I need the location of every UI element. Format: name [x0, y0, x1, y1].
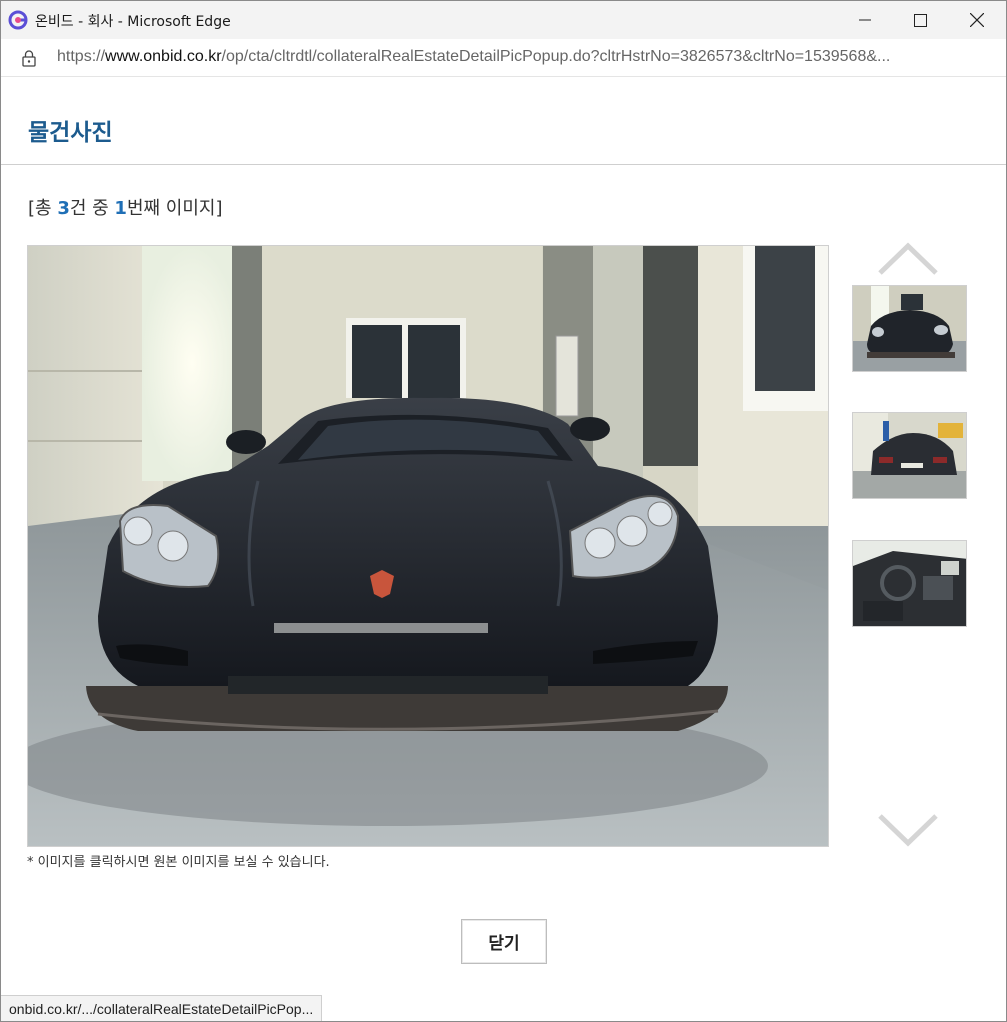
thumbnail-2[interactable] — [852, 412, 967, 499]
thumbnail-up-arrow-icon[interactable] — [877, 242, 939, 276]
page-title: 물건사진 — [28, 120, 113, 146]
url-path: /op/cta/cltrdtl/collateralRealEstateDeta… — [221, 48, 891, 65]
url-host: www.onbid.co.kr — [105, 48, 222, 65]
main-photo[interactable] — [27, 245, 829, 847]
click-hint: * 이미지를 클릭하시면 원본 이미지를 보실 수 있습니다. — [27, 855, 330, 870]
title-bar: 온비드 - 회사 - Microsoft Edge — [1, 1, 1006, 39]
page-header: 물건사진 — [1, 78, 1006, 165]
browser-window: 온비드 - 회사 - Microsoft Edge https://www.on… — [0, 0, 1007, 1022]
status-bar: onbid.co.kr/.../collateralRealEstateDeta… — [1, 995, 323, 1021]
close-icon — [970, 13, 984, 27]
image-counter: [총 3건 중 1번째 이미지] — [28, 194, 223, 220]
thumbnail-down-arrow-icon[interactable] — [877, 813, 939, 847]
maximize-icon — [913, 13, 927, 27]
car-rear-thumbnail — [853, 413, 966, 498]
car-front-photo — [28, 246, 828, 846]
lock-icon[interactable] — [20, 49, 38, 67]
counter-current: 1 — [114, 198, 127, 219]
counter-suffix: 번째 이미지] — [126, 198, 223, 219]
car-interior-thumbnail — [853, 541, 966, 626]
address-bar[interactable]: https://www.onbid.co.kr/op/cta/cltrdtl/c… — [1, 39, 1006, 77]
thumbnail-1[interactable] — [852, 285, 967, 372]
counter-middle: 건 중 — [69, 198, 115, 219]
url-field[interactable]: https://www.onbid.co.kr/op/cta/cltrdtl/c… — [57, 48, 987, 66]
url-scheme: https:// — [57, 48, 106, 65]
close-window-button[interactable] — [954, 1, 1000, 39]
app-icon — [8, 10, 28, 30]
car-front-thumbnail — [853, 286, 966, 371]
minimize-icon — [859, 19, 871, 21]
window-title: 온비드 - 회사 - Microsoft Edge — [35, 14, 231, 30]
minimize-button[interactable] — [842, 1, 888, 39]
counter-total: 3 — [57, 198, 70, 219]
thumbnail-3[interactable] — [852, 540, 967, 627]
close-button[interactable]: 닫기 — [461, 919, 547, 964]
maximize-button[interactable] — [897, 1, 943, 39]
counter-prefix: [총 — [28, 198, 58, 219]
